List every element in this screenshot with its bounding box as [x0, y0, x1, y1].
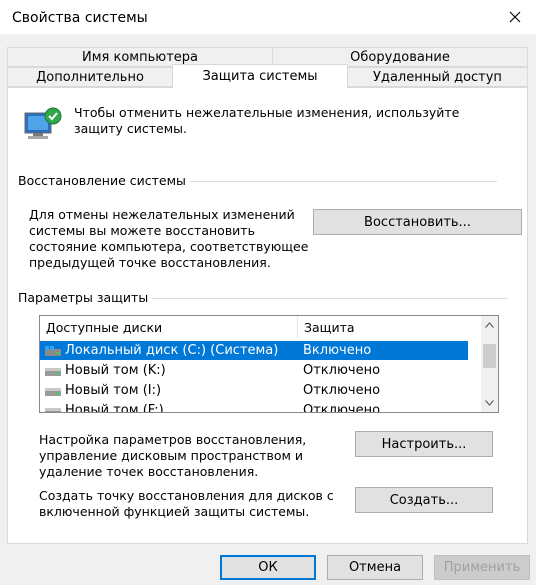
tab-remote[interactable]: Удаленный доступ [347, 67, 528, 87]
apply-button[interactable]: Применить [434, 555, 530, 580]
window-title: Свойства системы [12, 10, 148, 26]
drive-name: Новый том (F:) [65, 403, 164, 413]
system-drive-icon [45, 346, 61, 356]
restore-group-header: Восстановление системы [18, 173, 190, 188]
ok-button[interactable]: ОК [220, 555, 316, 580]
protection-group-header: Параметры защиты [18, 290, 153, 305]
intro-line-2: защиту системы. [74, 121, 187, 136]
list-item[interactable]: Новый том (I:) Отключено [40, 381, 468, 400]
drive-status: Отключено [303, 363, 381, 378]
system-protection-icon [24, 107, 62, 139]
tab-system-protection-label: Защита системы [202, 69, 318, 84]
scroll-down-icon[interactable] [485, 400, 494, 406]
cancel-button[interactable]: Отмена [327, 555, 423, 580]
drive-icon [45, 368, 61, 376]
list-item[interactable]: Локальный диск (C:) (Система) Включено [40, 341, 468, 360]
list-item[interactable]: Новый том (F:) Отключено [40, 401, 468, 413]
scroll-up-icon[interactable] [485, 322, 494, 328]
drive-status: Отключено [303, 403, 381, 413]
tab-advanced[interactable]: Дополнительно [7, 67, 173, 87]
tab-computer-name-label: Имя компьютера [82, 49, 198, 65]
scroll-thumb[interactable] [483, 344, 496, 368]
tab-remote-label: Удаленный доступ [373, 69, 502, 85]
restore-desc-4: предыдущей точке восстановления. [29, 255, 271, 270]
list-item[interactable]: Новый том (K:) Отключено [40, 361, 468, 380]
drive-name: Локальный диск (C:) (Система) [65, 343, 279, 358]
column-divider [297, 316, 298, 338]
intro-line-1: Чтобы отменить нежелательные изменения, … [74, 105, 460, 120]
restore-desc-1: Для отмены нежелательных изменений [29, 207, 295, 222]
tab-hardware-label: Оборудование [350, 49, 450, 65]
drives-list[interactable]: Доступные диски Защита Локальный диск (C… [39, 315, 499, 413]
create-button[interactable]: Создать... [355, 487, 493, 513]
close-button[interactable] [498, 4, 532, 30]
drive-icon [45, 408, 61, 412]
configure-button[interactable]: Настроить... [355, 431, 493, 457]
drive-status: Отключено [303, 383, 381, 398]
column-header-drives[interactable]: Доступные диски [46, 316, 162, 338]
create-desc-1: Создать точку восстановления для дисков … [39, 488, 334, 503]
drive-name: Новый том (K:) [65, 363, 166, 378]
create-desc-2: включенной функцией защиты системы. [39, 504, 310, 519]
configure-desc-1: Настройка параметров восстановления, [39, 432, 307, 447]
column-header-protection[interactable]: Защита [304, 316, 355, 338]
drive-name: Новый том (I:) [65, 383, 162, 398]
restore-desc-2: системы вы можете восстановить [29, 223, 255, 238]
title-bar: Свойства системы [0, 0, 536, 34]
restore-desc-3: состояние компьютера, соответствующее [29, 239, 309, 254]
configure-desc-2: управление дисковым пространством и [39, 448, 304, 463]
drive-icon [45, 388, 61, 396]
close-icon [509, 11, 521, 23]
vertical-scrollbar[interactable] [481, 316, 498, 412]
configure-desc-3: удаление точек восстановления. [39, 464, 259, 479]
drive-status: Включено [303, 343, 372, 358]
restore-button[interactable]: Восстановить... [313, 209, 522, 235]
tab-system-protection[interactable]: Защита системы [172, 64, 348, 88]
tab-advanced-label: Дополнительно [36, 69, 144, 85]
